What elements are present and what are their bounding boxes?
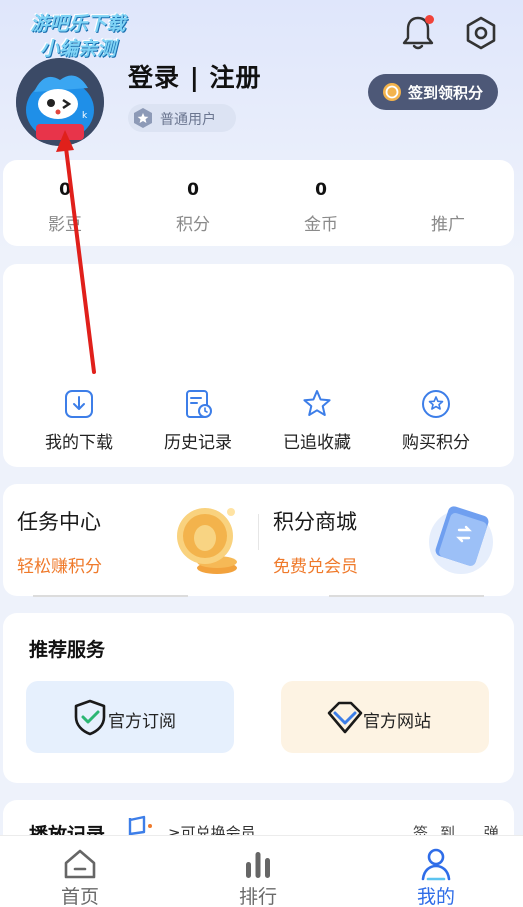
avatar[interactable]: k xyxy=(16,58,104,146)
tab-label: 我的 xyxy=(416,886,455,907)
buy-points-button[interactable]: 购买积分 xyxy=(376,382,496,453)
notification-dot xyxy=(425,15,434,24)
stat-label: 影豆 xyxy=(48,215,82,235)
stat-points[interactable]: 0 积分 xyxy=(133,160,253,246)
stat-value: 0 xyxy=(59,180,71,200)
settings-icon[interactable] xyxy=(462,14,500,52)
promo-card: 任务中心 轻松赚积分 积分商城 免费兑会员 xyxy=(3,484,514,597)
diamond-icon xyxy=(327,701,363,734)
star-shield-icon xyxy=(134,108,152,128)
history-icon xyxy=(186,390,212,418)
tab-home[interactable]: 首页 xyxy=(20,836,140,907)
user-level-badge: 普通用户 xyxy=(128,104,236,132)
service-label: 官方网站 xyxy=(363,712,431,732)
task-center-subtitle: 轻松赚积分 xyxy=(17,557,102,577)
stat-label: 金币 xyxy=(304,215,338,235)
favorites-button[interactable]: 已追收藏 xyxy=(257,382,377,453)
svg-text:k: k xyxy=(82,111,88,121)
quick-label: 购买积分 xyxy=(402,433,470,453)
watermark-line-1: 游吧乐下载 xyxy=(30,13,126,35)
points-mall-button[interactable]: 积分商城 免费兑会员 xyxy=(259,484,514,596)
promo-underline xyxy=(329,595,484,597)
download-icon xyxy=(65,390,93,418)
history-button[interactable]: 历史记录 xyxy=(138,382,258,453)
services-card: 推荐服务 官方订阅 官方网站 xyxy=(3,613,514,783)
stat-value: 0 xyxy=(187,180,199,200)
tab-mine[interactable]: 我的 xyxy=(376,836,496,907)
points-mall-title: 积分商城 xyxy=(273,510,357,534)
user-level-label: 普通用户 xyxy=(160,112,216,128)
shield-check-icon xyxy=(74,699,106,736)
ranking-icon xyxy=(246,852,270,878)
official-website-button[interactable]: 官方网站 xyxy=(281,681,489,753)
login-register-link[interactable]: 登录 | 注册 xyxy=(128,58,262,94)
tab-label: 排行 xyxy=(238,886,277,907)
stat-label: 推广 xyxy=(431,215,465,235)
quick-label: 我的下载 xyxy=(45,433,113,453)
stat-coins[interactable]: 0 金币 xyxy=(261,160,381,246)
tab-ranking[interactable]: 排行 xyxy=(198,836,318,907)
checkin-button[interactable]: 签到领积分 xyxy=(368,74,498,110)
quick-label: 已追收藏 xyxy=(283,433,351,453)
watermark-line-2: 小编亲测 xyxy=(39,38,116,60)
stat-promotion[interactable]: 推广 xyxy=(388,160,508,246)
task-center-button[interactable]: 任务中心 轻松赚积分 xyxy=(3,484,258,596)
stat-label: 积分 xyxy=(176,215,210,235)
promo-underline xyxy=(33,595,188,597)
profile-icon xyxy=(421,848,451,881)
tab-label: 首页 xyxy=(60,886,99,907)
points-mall-subtitle: 免费兑会员 xyxy=(273,557,358,577)
watermark: 游吧乐下载 小编亲测 xyxy=(8,12,148,62)
star-icon xyxy=(303,390,331,416)
stats-card: 0 影豆 0 积分 0 金币 推广 xyxy=(3,160,514,246)
star-badge-icon xyxy=(422,390,450,418)
coin-icon xyxy=(383,83,401,101)
checkin-label: 签到领积分 xyxy=(408,84,484,102)
exchange-card-icon xyxy=(429,506,493,574)
bottom-tab-bar: 首页 排行 我的 xyxy=(0,835,523,907)
coin-stack-icon xyxy=(177,508,237,574)
task-center-title: 任务中心 xyxy=(17,510,101,534)
mascot-icon: k xyxy=(16,58,104,146)
services-title: 推荐服务 xyxy=(29,639,106,661)
my-downloads-button[interactable]: 我的下载 xyxy=(19,382,139,453)
official-subscription-button[interactable]: 官方订阅 xyxy=(26,681,234,753)
quick-label: 历史记录 xyxy=(164,433,232,453)
stat-value: 0 xyxy=(315,180,327,200)
stat-beans[interactable]: 0 影豆 xyxy=(5,160,125,246)
home-icon xyxy=(64,849,96,879)
quick-actions-card: 我的下载 历史记录 已追收藏 购买积分 xyxy=(3,264,514,467)
service-label: 官方订阅 xyxy=(108,712,176,732)
